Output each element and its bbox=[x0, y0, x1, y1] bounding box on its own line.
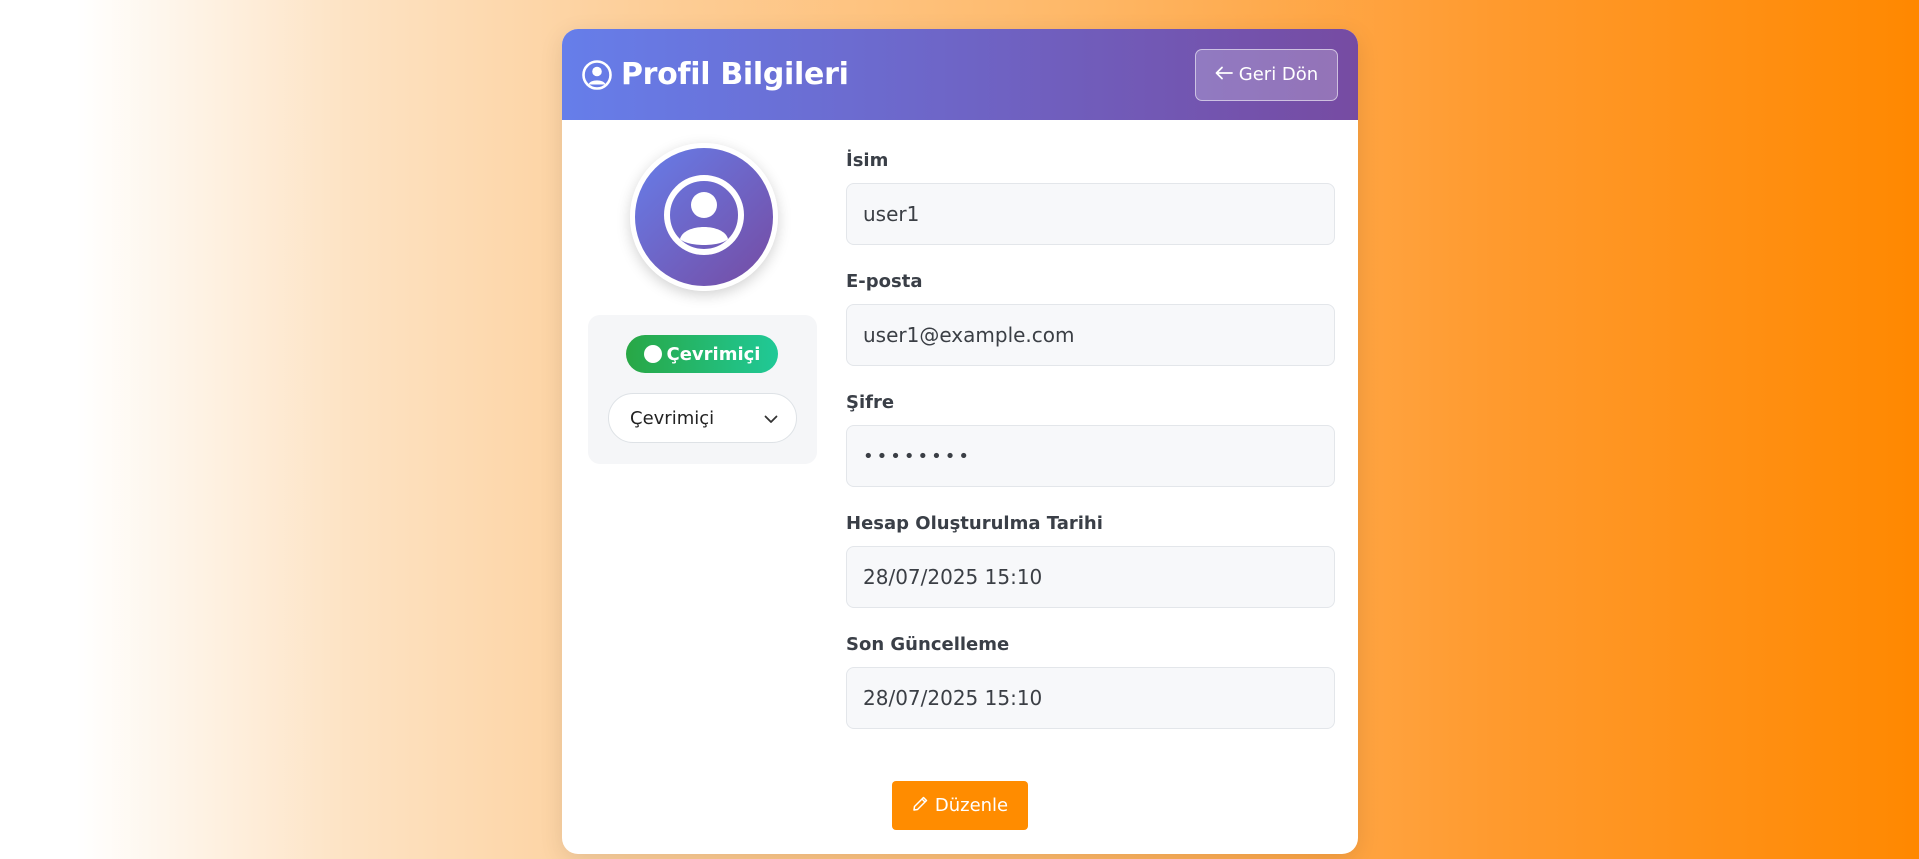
pencil-icon bbox=[912, 795, 929, 817]
avatar bbox=[630, 143, 778, 291]
back-button[interactable]: Geri Dön bbox=[1195, 48, 1338, 101]
status-panel: Çevrimiçi Çevrimiçi bbox=[588, 315, 817, 464]
chevron-down-icon bbox=[764, 408, 778, 429]
edit-button-label: Düzenle bbox=[934, 795, 1009, 816]
profile-card: Profil Bilgileri Geri Dön Çevrimiçi Çevr… bbox=[562, 29, 1358, 854]
updated-date-field[interactable]: 28/07/2025 15:10 bbox=[846, 667, 1335, 729]
created-date-field[interactable]: 28/07/2025 15:10 bbox=[846, 546, 1335, 608]
password-label: Şifre bbox=[846, 392, 895, 413]
email-field[interactable]: user1@example.com bbox=[846, 304, 1335, 366]
name-field[interactable]: user1 bbox=[846, 183, 1335, 245]
status-select[interactable]: Çevrimiçi bbox=[608, 393, 797, 443]
updated-date-label: Son Güncelleme bbox=[846, 634, 1010, 655]
user-circle-icon bbox=[581, 59, 613, 91]
card-header: Profil Bilgileri Geri Dön bbox=[562, 29, 1358, 120]
back-button-label: Geri Dön bbox=[1238, 64, 1319, 85]
edit-button[interactable]: Düzenle bbox=[892, 781, 1028, 830]
status-badge-label: Çevrimiçi bbox=[666, 343, 761, 365]
page-title-text: Profil Bilgileri bbox=[621, 57, 849, 92]
user-circle-icon bbox=[662, 173, 746, 261]
password-field[interactable]: •••••••• bbox=[846, 425, 1335, 487]
status-badge: Çevrimiçi bbox=[626, 335, 778, 373]
created-date-label: Hesap Oluşturulma Tarihi bbox=[846, 513, 1103, 534]
status-select-value: Çevrimiçi bbox=[630, 407, 715, 429]
online-dot-icon bbox=[643, 345, 662, 363]
name-label: İsim bbox=[846, 150, 889, 171]
arrow-left-icon bbox=[1215, 64, 1233, 85]
email-label: E-posta bbox=[846, 271, 923, 292]
page-title: Profil Bilgileri bbox=[581, 57, 849, 92]
